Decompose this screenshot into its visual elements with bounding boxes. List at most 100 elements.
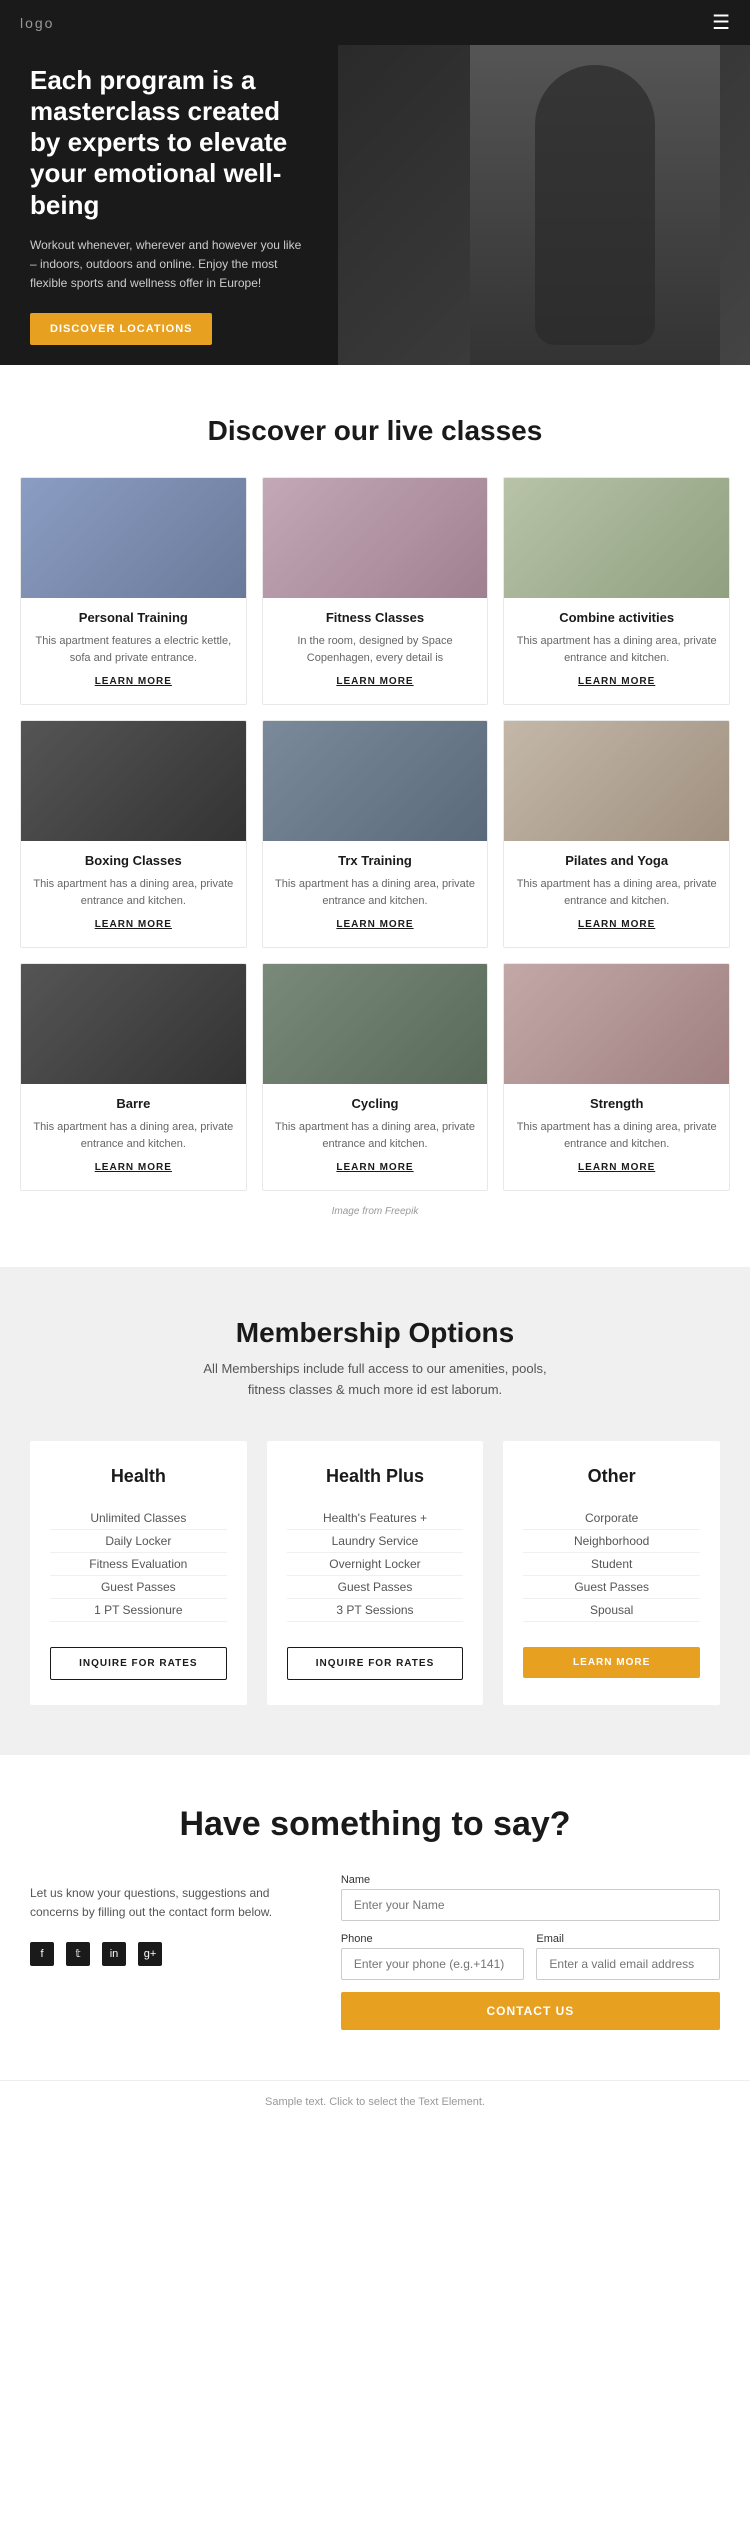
class-info: Personal Training This apartment feature…	[21, 598, 246, 704]
membership-feature: Guest Passes	[523, 1576, 700, 1599]
class-image	[263, 721, 488, 841]
google-plus-icon[interactable]: g+	[138, 1942, 162, 1966]
email-input[interactable]	[536, 1948, 720, 1980]
membership-cta-button[interactable]: INQUIRE FOR RATES	[287, 1647, 464, 1680]
class-info: Boxing Classes This apartment has a dini…	[21, 841, 246, 947]
membership-cta-button[interactable]: INQUIRE FOR RATES	[50, 1647, 227, 1680]
membership-features: Health's Features +Laundry ServiceOverni…	[287, 1507, 464, 1622]
class-name: Cycling	[275, 1096, 476, 1111]
class-desc: This apartment has a dining area, privat…	[33, 876, 234, 909]
class-info: Cycling This apartment has a dining area…	[263, 1084, 488, 1190]
contact-layout: Let us know your questions, suggestions …	[30, 1874, 720, 2030]
class-info: Strength This apartment has a dining are…	[504, 1084, 729, 1190]
class-card: Barre This apartment has a dining area, …	[20, 963, 247, 1191]
hamburger-menu-icon[interactable]: ☰	[712, 10, 730, 35]
class-desc: This apartment has a dining area, privat…	[275, 1119, 476, 1152]
membership-feature: Daily Locker	[50, 1530, 227, 1553]
learn-more-link[interactable]: LEARN MORE	[516, 1162, 717, 1178]
class-name: Pilates and Yoga	[516, 853, 717, 868]
class-card: Personal Training This apartment feature…	[20, 477, 247, 705]
class-name: Barre	[33, 1096, 234, 1111]
class-desc: This apartment has a dining area, privat…	[275, 876, 476, 909]
classes-grid: Personal Training This apartment feature…	[20, 477, 730, 1191]
class-desc: This apartment has a dining area, privat…	[33, 1119, 234, 1152]
membership-card: Health Unlimited ClassesDaily LockerFitn…	[30, 1441, 247, 1705]
class-name: Boxing Classes	[33, 853, 234, 868]
contact-form: Name Phone Email CONTACT US	[341, 1874, 720, 2030]
class-name: Combine activities	[516, 610, 717, 625]
membership-feature: Unlimited Classes	[50, 1507, 227, 1530]
class-image	[21, 721, 246, 841]
membership-plan-title: Health Plus	[287, 1466, 464, 1487]
class-info: Barre This apartment has a dining area, …	[21, 1084, 246, 1190]
class-desc: This apartment has a dining area, privat…	[516, 876, 717, 909]
class-image	[21, 964, 246, 1084]
class-info: Trx Training This apartment has a dining…	[263, 841, 488, 947]
class-name: Strength	[516, 1096, 717, 1111]
class-card: Fitness Classes In the room, designed by…	[262, 477, 489, 705]
facebook-icon[interactable]: f	[30, 1942, 54, 1966]
learn-more-link[interactable]: LEARN MORE	[275, 1162, 476, 1178]
twitter-icon[interactable]: 𝕥	[66, 1942, 90, 1966]
membership-plan-title: Health	[50, 1466, 227, 1487]
learn-more-link[interactable]: LEARN MORE	[275, 919, 476, 935]
class-card: Boxing Classes This apartment has a dini…	[20, 720, 247, 948]
contact-description: Let us know your questions, suggestions …	[30, 1884, 301, 1922]
class-info: Pilates and Yoga This apartment has a di…	[504, 841, 729, 947]
learn-more-link[interactable]: LEARN MORE	[275, 676, 476, 692]
membership-features: Unlimited ClassesDaily LockerFitness Eva…	[50, 1507, 227, 1622]
membership-section: Membership Options All Memberships inclu…	[0, 1267, 750, 1755]
learn-more-link[interactable]: LEARN MORE	[33, 676, 234, 692]
class-desc: This apartment has a dining area, privat…	[516, 633, 717, 666]
class-name: Trx Training	[275, 853, 476, 868]
hero-content: Each program is a masterclass created by…	[0, 45, 340, 365]
phone-email-row: Phone Email	[341, 1933, 720, 1980]
class-image	[21, 478, 246, 598]
learn-more-link[interactable]: LEARN MORE	[33, 919, 234, 935]
hero-title: Each program is a masterclass created by…	[30, 65, 310, 221]
membership-feature: Laundry Service	[287, 1530, 464, 1553]
membership-feature: Neighborhood	[523, 1530, 700, 1553]
class-info: Combine activities This apartment has a …	[504, 598, 729, 704]
freepik-note: Image from Freepik	[20, 1206, 730, 1217]
membership-feature: Student	[523, 1553, 700, 1576]
name-field: Name	[341, 1874, 720, 1921]
woman-silhouette	[535, 65, 655, 345]
live-classes-title: Discover our live classes	[20, 415, 730, 447]
membership-card: Other CorporateNeighborhoodStudentGuest …	[503, 1441, 720, 1705]
class-desc: This apartment features a electric kettl…	[33, 633, 234, 666]
class-info: Fitness Classes In the room, designed by…	[263, 598, 488, 704]
email-field: Email	[536, 1933, 720, 1980]
name-input[interactable]	[341, 1889, 720, 1921]
contact-us-button[interactable]: CONTACT US	[341, 1992, 720, 2030]
phone-field: Phone	[341, 1933, 525, 1980]
membership-feature: Health's Features +	[287, 1507, 464, 1530]
class-card: Strength This apartment has a dining are…	[503, 963, 730, 1191]
instagram-icon[interactable]: in	[102, 1942, 126, 1966]
class-card: Combine activities This apartment has a …	[503, 477, 730, 705]
learn-more-link[interactable]: LEARN MORE	[516, 919, 717, 935]
footer-note: Sample text. Click to select the Text El…	[0, 2080, 750, 2123]
phone-input[interactable]	[341, 1948, 525, 1980]
class-desc: In the room, designed by Space Copenhage…	[275, 633, 476, 666]
membership-title: Membership Options	[30, 1317, 720, 1349]
logo: logo	[20, 15, 54, 31]
membership-plan-title: Other	[523, 1466, 700, 1487]
header: logo ☰	[0, 0, 750, 45]
learn-more-link[interactable]: LEARN MORE	[33, 1162, 234, 1178]
discover-locations-button[interactable]: DISCOVER LOCATIONS	[30, 313, 212, 345]
hero-woman-image	[470, 45, 720, 365]
membership-feature: Spousal	[523, 1599, 700, 1622]
membership-grid: Health Unlimited ClassesDaily LockerFitn…	[30, 1441, 720, 1705]
phone-label: Phone	[341, 1933, 525, 1945]
class-desc: This apartment has a dining area, privat…	[516, 1119, 717, 1152]
membership-feature: Fitness Evaluation	[50, 1553, 227, 1576]
class-card: Pilates and Yoga This apartment has a di…	[503, 720, 730, 948]
membership-cta-button[interactable]: LEARN MORE	[523, 1647, 700, 1678]
learn-more-link[interactable]: LEARN MORE	[516, 676, 717, 692]
contact-title: Have something to say?	[30, 1805, 720, 1844]
contact-section: Have something to say? Let us know your …	[0, 1755, 750, 2080]
class-image	[504, 721, 729, 841]
membership-features: CorporateNeighborhoodStudentGuest Passes…	[523, 1507, 700, 1622]
membership-feature: 1 PT Sessionure	[50, 1599, 227, 1622]
